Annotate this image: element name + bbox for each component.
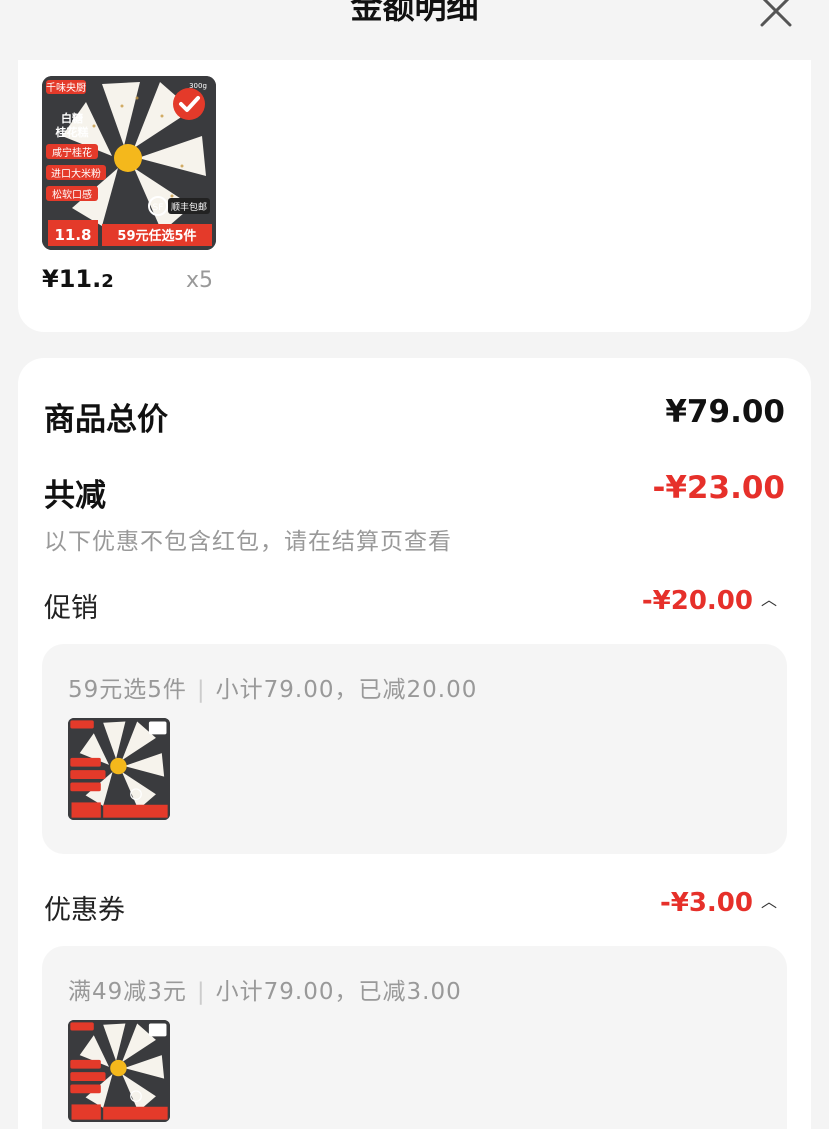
promotion-desc: 59元选5件 | 小计79.00，已减20.00 (68, 677, 478, 703)
discount-label: 共减 (44, 478, 106, 514)
total-value: ¥79.00 (665, 394, 785, 430)
coupon-row[interactable]: 优惠券 -¥3.00 ︿ (44, 888, 785, 926)
discount-value: -¥23.00 (652, 470, 786, 506)
coupon-label: 优惠券 (44, 895, 125, 926)
promotion-subtotal: 小计79.00，已减20.00 (215, 677, 478, 703)
chevron-up-icon[interactable]: ︿ (761, 586, 777, 610)
chevron-up-icon[interactable]: ︿ (761, 888, 777, 912)
promotion-row[interactable]: 促销 -¥20.00 ︿ (44, 586, 785, 624)
thumb-name-1: 白糖 (61, 111, 83, 125)
total-label: 商品总价 (44, 402, 168, 438)
brand-logo-text: 千味央厨 (46, 81, 86, 94)
coupon-desc: 满49减3元 | 小计79.00，已减3.00 (68, 979, 462, 1005)
promotion-rule: 59元选5件 (68, 677, 187, 703)
thumb-tag-3: 松软口感 (52, 188, 92, 201)
promotion-value: -¥20.00 (641, 586, 753, 616)
thumb-shipping: 顺丰包邮 (171, 201, 207, 213)
promotion-label: 促销 (44, 593, 98, 624)
thumb-promo: 59元任选5件 (117, 228, 196, 244)
product-price: ¥11.2 (42, 265, 114, 293)
coupon-product-thumbnail[interactable] (68, 1020, 170, 1122)
promotion-detail: 59元选5件 | 小计79.00，已减20.00 (42, 644, 787, 854)
thumb-name-2: 桂花糕 (55, 125, 89, 139)
close-icon[interactable] (759, 0, 793, 28)
thumb-tag-2: 进口大米粉 (51, 167, 101, 180)
coupon-subtotal: 小计79.00，已减3.00 (215, 979, 462, 1005)
coupon-detail: 满49减3元 | 小计79.00，已减3.00 (42, 946, 787, 1129)
amount-detail-card: 商品总价 ¥79.00 共减 -¥23.00 以下优惠不包含红包，请在结算页查看… (18, 358, 811, 1129)
svg-text:SF: SF (153, 203, 164, 213)
price-main: ¥11. (42, 265, 102, 293)
discount-note: 以下优惠不包含红包，请在结算页查看 (44, 529, 452, 555)
thumb-tag-1: 咸宁桂花 (52, 146, 92, 159)
thumb-price: 11.8 (54, 226, 91, 244)
product-thumbnail[interactable]: 千味央厨 300g 白糖 桂花糕 咸宁桂花 进口大米粉 松软口感 SF 顺丰包邮… (42, 76, 216, 250)
product-quantity: x5 (186, 268, 214, 293)
price-decimal: 2 (101, 271, 114, 292)
promotion-product-thumbnail[interactable] (68, 718, 170, 820)
coupon-value: -¥3.00 (659, 888, 753, 918)
coupon-rule: 满49减3元 (68, 979, 187, 1005)
product-card: 千味央厨 300g 白糖 桂花糕 咸宁桂花 进口大米粉 松软口感 SF 顺丰包邮… (18, 60, 811, 332)
header-title: 金额明细 (350, 0, 479, 26)
discount-row: 共减 -¥23.00 (44, 470, 786, 514)
total-row: 商品总价 ¥79.00 (44, 394, 785, 438)
